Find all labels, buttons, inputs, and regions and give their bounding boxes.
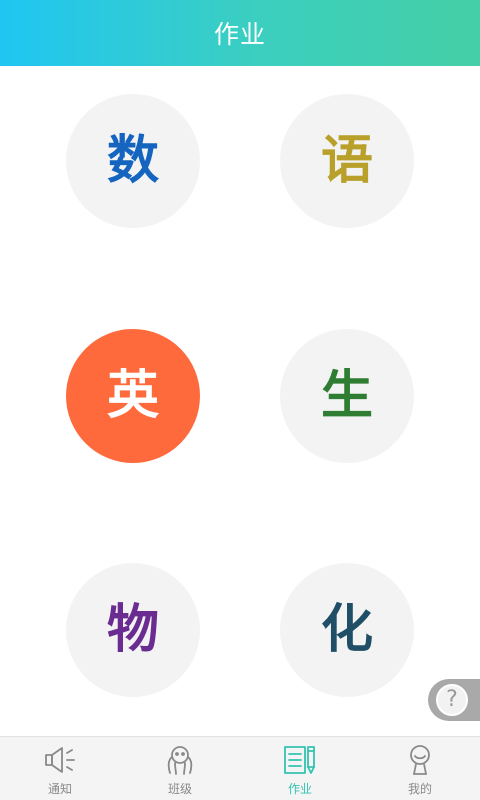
tab-me[interactable]: 我的 [360,737,480,800]
homework-notebook-icon [284,746,315,774]
profile-person-icon [410,745,430,775]
tab-me-label: 我的 [407,782,432,796]
page-title: 作业 [213,20,266,49]
tab-homework-label: 作业 [287,782,312,796]
subject-chemistry-button[interactable]: 化 [280,563,414,697]
subject-math-label: 数 [106,131,159,191]
subject-chemistry-label: 化 [320,600,373,660]
tab-notice[interactable]: 通知 [0,737,120,800]
subject-chinese-button[interactable]: 语 [280,94,414,228]
help-button[interactable]: ? [428,679,480,721]
app-header: 作业 [0,0,480,66]
subject-english-label: 英 [106,366,159,426]
tab-class[interactable]: 班级 [120,737,240,800]
subject-biology-button[interactable]: 生 [280,329,414,463]
subject-english-button[interactable]: 英 [66,329,200,463]
question-mark-icon: ? [436,684,468,716]
help-label: ? [446,687,458,712]
class-people-icon [167,746,193,775]
tab-class-label: 班级 [167,782,192,796]
bottom-tab-bar: 通知 班级 作业 我的 [0,736,480,800]
subject-physics-button[interactable]: 物 [66,563,200,697]
subject-chinese-label: 语 [320,131,373,191]
subject-math-button[interactable]: 数 [66,94,200,228]
subject-physics-label: 物 [106,600,159,660]
tab-notice-label: 通知 [47,782,72,796]
subject-biology-label: 生 [320,366,373,426]
speaker-icon [45,747,75,773]
tab-homework[interactable]: 作业 [240,737,360,800]
